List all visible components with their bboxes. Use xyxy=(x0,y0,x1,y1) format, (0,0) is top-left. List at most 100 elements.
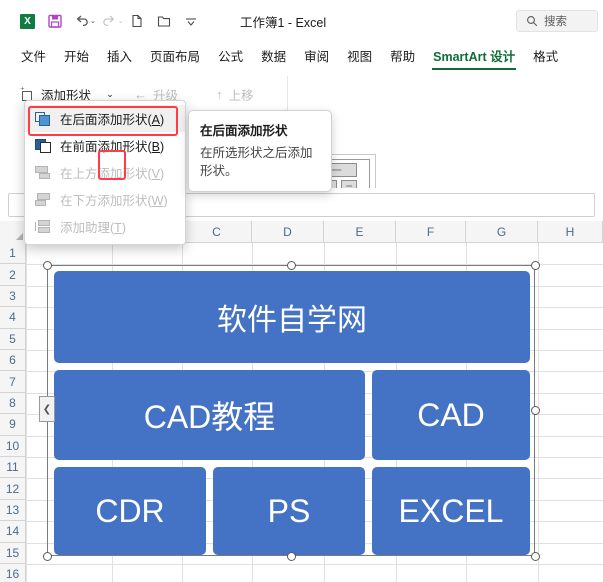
column-header-F[interactable]: F xyxy=(396,221,466,243)
gridline-vertical xyxy=(26,243,27,582)
column-header-label: H xyxy=(565,224,575,239)
handle-bottom-right[interactable] xyxy=(530,551,540,561)
open-folder-icon[interactable] xyxy=(151,9,178,33)
ribbon-tab-7[interactable]: 视图 xyxy=(338,42,381,70)
row-header-1[interactable]: 1 xyxy=(0,243,26,265)
row-header-9[interactable]: 9 xyxy=(0,414,26,436)
ribbon-tab-6[interactable]: 审阅 xyxy=(295,42,338,70)
smartart-shape-1[interactable]: CAD教程 xyxy=(54,370,365,460)
ribbon-tab-label: 插入 xyxy=(107,50,133,64)
handle-bottom-center[interactable] xyxy=(286,551,296,561)
smartart-object[interactable]: 软件自学网 CAD教程 CAD CDR PS EXCEL xyxy=(47,265,535,556)
row-header-4[interactable]: 4 xyxy=(0,307,26,329)
chevron-down-glyph: ⌄ xyxy=(106,88,114,99)
ribbon-tab-8[interactable]: 帮助 xyxy=(381,42,424,70)
smartart-shape-text: CAD教程 xyxy=(143,399,276,435)
text-pane-toggle[interactable]: ❮ xyxy=(39,396,55,422)
row-header-3[interactable]: 3 xyxy=(0,285,26,308)
ribbon-tab-4[interactable]: 公式 xyxy=(209,42,252,70)
row-header-13[interactable]: 13 xyxy=(0,499,26,522)
row-header-14[interactable]: 14 xyxy=(0,521,26,543)
title-bar: X ⌄ ⌄ 工作簿1 - Excel 搜索 xyxy=(0,0,603,42)
ribbon-tab-5[interactable]: 数据 xyxy=(252,42,295,70)
add-shape-dropdown-menu: 在后面添加形状(A) 在前面添加形状(B) 在上方添加形状(V) 在下方添加形状(W)… xyxy=(24,100,186,245)
move-up-label: 上移 xyxy=(228,88,254,103)
document-title: 工作簿1 - Excel xyxy=(240,16,327,30)
ribbon-tab-label: SmartArt 设计 xyxy=(433,50,516,64)
handle-middle-right[interactable] xyxy=(530,406,540,415)
row-header-2[interactable]: 2 xyxy=(0,264,26,286)
row-header-label: 6 xyxy=(9,353,16,368)
new-file-icon[interactable] xyxy=(124,9,151,33)
smartart-shape-0[interactable]: 软件自学网 xyxy=(54,271,530,363)
row-header-16[interactable]: 16 xyxy=(0,564,26,582)
menu-item-text-close: ) xyxy=(160,113,165,127)
excel-logo-icon: X xyxy=(14,9,41,33)
formula-input[interactable] xyxy=(180,193,595,217)
ribbon-tab-label: 开始 xyxy=(64,50,90,64)
row-header-11[interactable]: 11 xyxy=(0,457,26,479)
ribbon-tab-0[interactable]: 文件 xyxy=(12,42,55,70)
menu-item-text-close: ) xyxy=(121,221,126,235)
row-header-15[interactable]: 15 xyxy=(0,542,26,564)
ribbon-tab-bar: 文件 开始 插入 页面布局 公式 数据 审阅 视图 帮助 SmartArt 设计 格式 xyxy=(0,42,603,70)
handle-top-right[interactable] xyxy=(530,260,540,270)
row-header-6[interactable]: 6 xyxy=(0,350,26,372)
column-header-D[interactable]: D xyxy=(252,221,324,243)
worksheet-grid[interactable]: CDEFGH 1 2 3 4 5 6 7 8 9 10 11 12 13 14 15 16 软件自学网 CAD教… xyxy=(0,221,603,582)
ribbon-tab-3[interactable]: 页面布局 xyxy=(141,42,209,70)
tooltip-body: 在所选形状之后添加形状。 xyxy=(200,146,313,179)
ribbon-tab-1[interactable]: 开始 xyxy=(55,42,98,70)
row-header-label: 4 xyxy=(9,310,16,325)
row-header-label: 11 xyxy=(6,460,19,475)
up-arrow-icon: ↑ xyxy=(216,86,223,102)
smartart-shape-3[interactable]: CDR xyxy=(54,467,206,555)
column-header-label: C xyxy=(212,224,221,239)
smartart-shape-4[interactable]: PS xyxy=(213,467,365,555)
ribbon-tab-10[interactable]: 格式 xyxy=(524,42,567,70)
smartart-shape-text: CDR xyxy=(95,492,165,529)
menu-item-1[interactable]: 在前面添加形状(B) xyxy=(25,132,185,159)
menu-item-text-close: ) xyxy=(160,167,165,181)
customize-qat-icon[interactable] xyxy=(178,9,205,33)
row-header-label: 5 xyxy=(9,331,16,346)
menu-item-0[interactable]: 在后面添加形状(A) xyxy=(25,105,185,132)
smartart-shape-text: CAD xyxy=(417,396,485,433)
column-header-H[interactable]: H xyxy=(538,221,603,243)
handle-top-left[interactable] xyxy=(42,260,52,270)
ribbon-tab-label: 审阅 xyxy=(304,50,330,64)
menu-item-accelerator: A xyxy=(151,113,161,127)
add-shape-above-icon xyxy=(35,165,51,180)
ribbon-tab-label: 格式 xyxy=(533,50,559,64)
save-icon[interactable] xyxy=(41,9,68,33)
text-pane-chevron-left-icon: ❮ xyxy=(42,403,52,415)
row-header-12[interactable]: 12 xyxy=(0,478,26,500)
row-header-label: 7 xyxy=(9,374,16,389)
row-header-7[interactable]: 7 xyxy=(0,371,26,393)
select-all-corner[interactable] xyxy=(0,221,27,244)
smartart-shape-2[interactable]: CAD xyxy=(372,370,530,460)
column-header-C[interactable]: C xyxy=(182,221,252,243)
menu-item-label: 在上方添加形状(V) xyxy=(60,163,164,182)
column-header-label: G xyxy=(496,224,507,239)
smartart-shape-5[interactable]: EXCEL xyxy=(372,467,530,555)
row-header-label: 2 xyxy=(9,267,16,282)
row-header-8[interactable]: 8 xyxy=(0,392,26,415)
row-header-10[interactable]: 10 xyxy=(0,435,26,457)
row-header-5[interactable]: 5 xyxy=(0,328,26,350)
column-header-G[interactable]: G xyxy=(466,221,538,243)
menu-item-text-close: ) xyxy=(163,194,168,208)
ribbon-tab-9[interactable]: SmartArt 设计 xyxy=(424,42,524,70)
search-box[interactable]: 搜索 xyxy=(516,10,598,32)
smartart-shape-text: 软件自学网 xyxy=(217,304,367,337)
handle-bottom-left[interactable] xyxy=(42,551,52,561)
handle-top-center[interactable] xyxy=(286,260,296,270)
tooltip-title: 在后面添加形状 xyxy=(200,124,288,138)
column-header-E[interactable]: E xyxy=(324,221,396,243)
menu-item-text: 在上方添加形状( xyxy=(60,167,152,181)
row-header-label: 14 xyxy=(5,524,20,539)
row-header-label: 9 xyxy=(9,417,16,432)
ribbon-tab-label: 数据 xyxy=(261,50,287,64)
ribbon-tab-2[interactable]: 插入 xyxy=(98,42,141,70)
menu-item-text: 在前面添加形状( xyxy=(60,140,152,154)
